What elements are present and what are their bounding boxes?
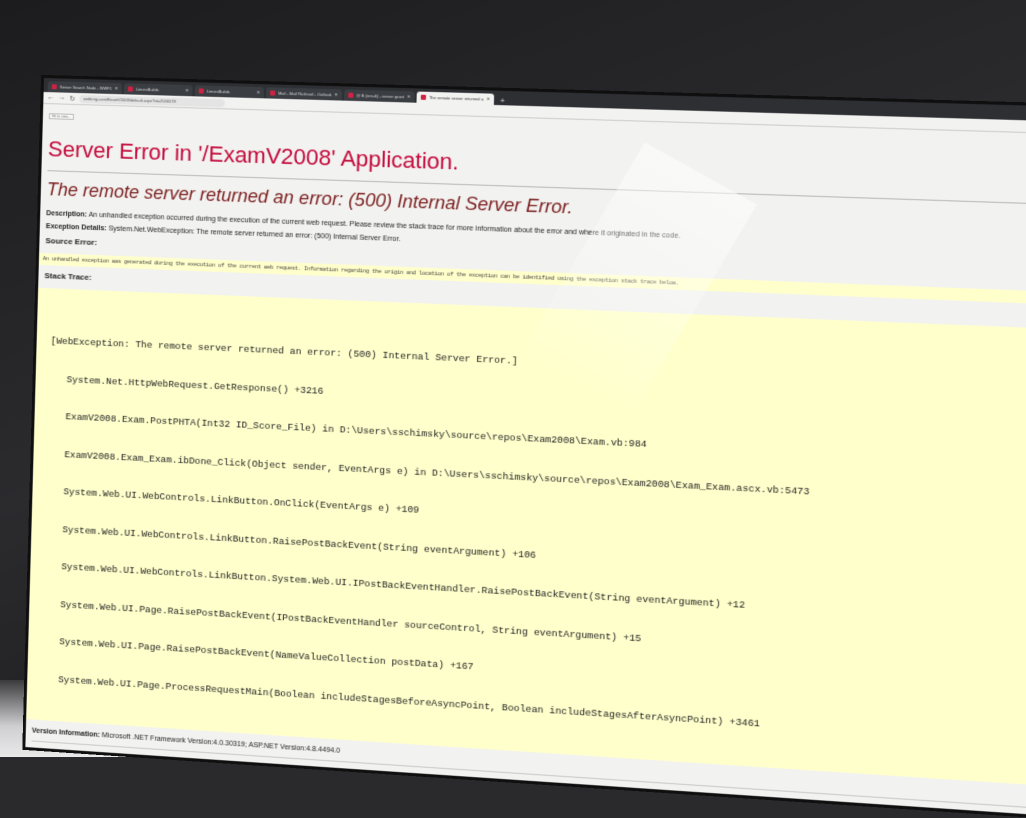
- tab-label: LimeniBuilds: [135, 86, 159, 93]
- close-icon[interactable]: ×: [407, 94, 410, 100]
- browser-tab[interactable]: LimeniBuilds ×: [194, 85, 265, 99]
- close-icon[interactable]: ×: [257, 90, 260, 96]
- stack-trace-box: [WebException: The remote server returne…: [26, 287, 1026, 789]
- close-icon[interactable]: ×: [115, 86, 118, 92]
- browser-tab[interactable]: @ B (result) - server grant ×: [343, 89, 415, 103]
- forward-icon[interactable]: →: [58, 94, 65, 101]
- new-tab-button[interactable]: +: [496, 96, 510, 106]
- tab-label: The remote server returned a: [428, 94, 484, 102]
- close-icon[interactable]: ×: [334, 92, 337, 98]
- tab-label: Mail - Mail Richtseil - Outlook: [278, 90, 332, 98]
- browser-tab[interactable]: Mail - Mail Richtseil - Outlook ×: [265, 87, 342, 101]
- error-page: Server Error in '/ExamV2008' Application…: [26, 122, 1026, 812]
- url-text: webtrng.com/ExamV2008/default.aspx?id=25…: [83, 96, 176, 104]
- favicon-icon: [198, 88, 204, 94]
- tab-label: Server Search Node - WWF1: [59, 84, 112, 91]
- tab-label: @ B (result) - server grant: [356, 92, 405, 100]
- favicon-icon: [269, 90, 276, 96]
- tab-label: LimeniBuilds: [206, 88, 230, 95]
- laptop-screen: Server Search Node - WWF1 × LimeniBuilds ×…: [25, 78, 1026, 818]
- exception-label: Exception Details:: [45, 223, 107, 233]
- close-icon[interactable]: ×: [486, 96, 489, 102]
- browser-tab-active[interactable]: The remote server returned a ×: [416, 91, 495, 105]
- bookmark-hint[interactable]: Hit to view...: [48, 113, 74, 120]
- favicon-icon: [51, 84, 57, 90]
- version-label: Version Information:: [31, 727, 100, 739]
- browser-tab[interactable]: Server Search Node - WWF1 ×: [47, 81, 122, 95]
- description-label: Description:: [46, 210, 88, 219]
- favicon-icon: [347, 92, 354, 98]
- reload-icon[interactable]: ↻: [69, 94, 75, 102]
- close-icon[interactable]: ×: [185, 88, 188, 94]
- favicon-icon: [420, 94, 426, 100]
- back-icon[interactable]: ←: [47, 94, 54, 101]
- browser-tab[interactable]: LimeniBuilds ×: [123, 83, 193, 97]
- favicon-icon: [127, 86, 133, 92]
